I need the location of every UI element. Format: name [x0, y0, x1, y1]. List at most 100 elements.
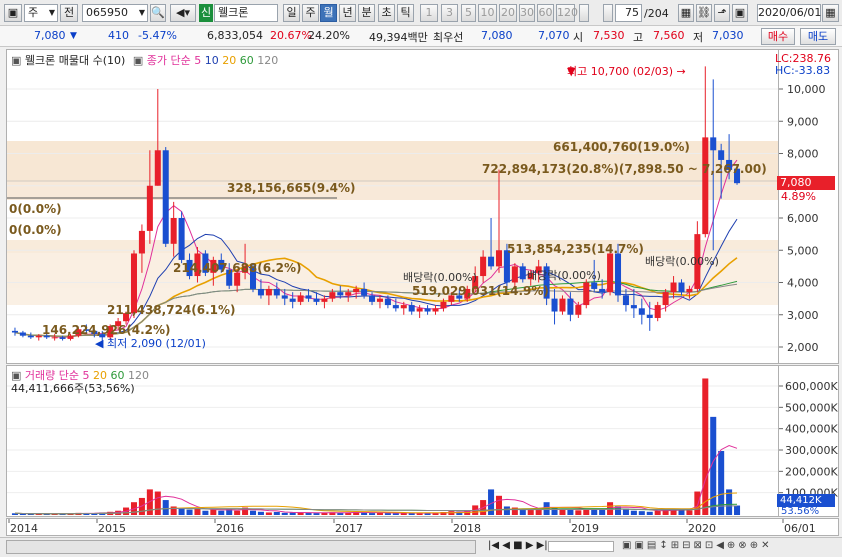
playback-controls[interactable]: |◀ ◀ ■ ▶ ▶|: [488, 540, 548, 551]
high-note-text: 최고 10,700 (02/03) →: [567, 65, 686, 78]
candle-body: [281, 295, 288, 299]
grid-icon[interactable]: ▦: [678, 4, 694, 22]
volume-bar: [392, 513, 399, 515]
volume-bar: [654, 510, 661, 515]
candle-body: [361, 288, 368, 296]
date-input[interactable]: 2020/06/01: [757, 4, 821, 22]
tab-3[interactable]: 년: [339, 4, 356, 22]
volume-bar: [202, 510, 209, 515]
x-tick-0: 2014: [10, 522, 38, 535]
x-tick-4: 2018: [453, 522, 481, 535]
tab-6[interactable]: 틱: [397, 4, 414, 22]
count-input[interactable]: 75: [615, 4, 642, 22]
candle: [646, 301, 653, 331]
candle-body: [297, 295, 304, 302]
volume-bar: [265, 512, 272, 515]
interval-120[interactable]: 120: [556, 4, 578, 22]
save-icon[interactable]: ▣: [732, 4, 748, 22]
hc-value: HC:-33.83: [775, 64, 831, 77]
change-percent: -5.47%: [138, 29, 177, 42]
high-price: 7,560: [653, 29, 685, 42]
candle: [154, 89, 161, 186]
candle: [432, 305, 439, 315]
candle-body: [273, 288, 280, 296]
interval-5[interactable]: 5: [461, 4, 476, 22]
candle-body: [257, 288, 264, 296]
interval-1[interactable]: 1: [420, 4, 438, 22]
price-tick-2: 8,000: [787, 148, 819, 161]
candle-body: [630, 305, 637, 309]
volume-bar: [218, 510, 225, 515]
candle-body: [440, 301, 447, 309]
speaker-icon[interactable]: ◀▾: [170, 4, 196, 22]
calendar-icon[interactable]: ▦: [822, 4, 839, 22]
current-pct: 4.89%: [781, 190, 816, 203]
tab-4[interactable]: 분: [358, 4, 375, 22]
zone-label-5: 513,854,235(14.7%): [507, 242, 644, 256]
window-icon[interactable]: ▣: [4, 4, 22, 22]
interval-20[interactable]: 20: [499, 4, 517, 22]
zoom-slider[interactable]: [548, 541, 614, 552]
period-select[interactable]: 주 ▼: [24, 4, 58, 22]
price-legend: ▣ 웰크론 매물대 수(10) ▣ 종가 단순 5 10 20 60 120: [11, 52, 278, 68]
ratio-percent: 24.20%: [308, 29, 350, 42]
vol-tick-3: 300,000K: [785, 444, 838, 457]
top-toolbar: ▣ 주 ▼ 전 065950 ▼ 🔍 ◀▾ 신 웰크론 75 /204 ▦ ⛓ ⬏ …: [0, 0, 842, 26]
tab-1[interactable]: 주: [302, 4, 319, 22]
candle-body: [313, 298, 320, 302]
candle-body: [369, 295, 376, 302]
candle-body: [710, 137, 717, 151]
interval-3[interactable]: 3: [441, 4, 458, 22]
candle-body: [321, 298, 328, 302]
zone-label-3: 0(0.0%): [9, 202, 62, 216]
candle-body: [19, 332, 26, 336]
candle-body: [337, 292, 344, 296]
interval-30[interactable]: 30: [519, 4, 535, 22]
prev-button[interactable]: 전: [60, 4, 78, 22]
tab-5[interactable]: 초: [378, 4, 395, 22]
volume-bar: [495, 495, 503, 515]
ask-price: 7,080: [481, 29, 513, 42]
candle-body: [178, 218, 185, 260]
candle: [424, 305, 431, 315]
x-tick-3: 2017: [335, 522, 363, 535]
vol-tick-2: 400,000K: [785, 423, 838, 436]
export-icon[interactable]: ⬏: [714, 4, 730, 22]
search-icon[interactable]: 🔍: [150, 4, 166, 22]
tab-0[interactable]: 일: [283, 4, 300, 22]
scroll-handle-right[interactable]: [603, 4, 613, 22]
stock-name-field[interactable]: 웰크론: [214, 4, 278, 22]
link-icon[interactable]: ⛓: [696, 4, 712, 22]
scroll-handle[interactable]: [579, 4, 589, 22]
horizontal-scrollbar[interactable]: [6, 540, 476, 554]
candle-body: [670, 282, 677, 293]
volume-bar: [503, 506, 510, 515]
tab-2[interactable]: 월: [320, 4, 337, 22]
candle-body: [305, 295, 312, 299]
candle-body: [329, 292, 336, 299]
price-chart-panel[interactable]: 661,400,760(19.0%) 722,894,173(20.8%)(7,8…: [6, 49, 779, 364]
volume-bar: [567, 509, 574, 515]
price-axis: 10,0009,0008,0007,0006,0005,0004,0003,00…: [775, 49, 839, 364]
sell-button[interactable]: 매도: [800, 28, 836, 45]
buy-button[interactable]: 매수: [761, 28, 795, 45]
volume-bar: [162, 500, 169, 515]
code-input[interactable]: 065950 ▼: [82, 4, 148, 22]
dividend-label-0: 배당락(0.00%): [403, 271, 477, 284]
chevron-down-icon: ▼: [138, 8, 145, 17]
candle-body: [511, 266, 518, 283]
dividend-label-2: 배당락(0.00%): [645, 255, 719, 268]
interval-60[interactable]: 60: [537, 4, 554, 22]
price-tick-1: 9,000: [787, 115, 819, 128]
volume-chart-panel[interactable]: ▣ 거래량 단순 5 20 60 120 44,411,666주(53,56%): [6, 365, 779, 517]
volume-bar: [178, 508, 185, 515]
volume-bar: [694, 491, 701, 515]
volume-bar: [376, 512, 383, 515]
candle-body: [59, 337, 66, 339]
x-axis: 2014 2015 2016 2017 2018 2019 2020 06/01: [6, 518, 839, 536]
chart-tool-icons[interactable]: ▣▣▤↕⊞⊟⊠⊡◀⊕⊗⊕✕: [622, 540, 772, 551]
ma20-label: 20: [222, 54, 237, 67]
interval-10[interactable]: 10: [478, 4, 497, 22]
vol-tick-4: 200,000K: [785, 465, 838, 478]
candle-body: [638, 308, 645, 315]
